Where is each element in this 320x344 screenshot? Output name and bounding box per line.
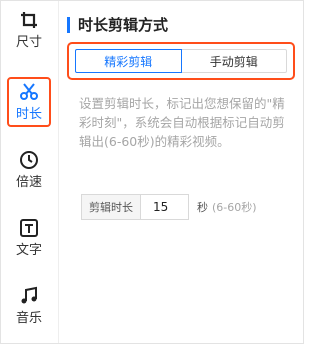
section-title-text: 时长剪辑方式 xyxy=(78,16,169,34)
sidebar-item-duration[interactable]: 时长 xyxy=(7,77,51,127)
scissors-icon xyxy=(18,81,40,103)
duration-input[interactable] xyxy=(140,194,189,220)
sidebar-item-speed[interactable]: 倍速 xyxy=(5,149,53,191)
clock-icon xyxy=(18,149,40,171)
sidebar-item-label: 音乐 xyxy=(15,311,42,326)
sidebar-item-label: 尺寸 xyxy=(15,35,42,50)
mode-highlight-clip-button[interactable]: 精彩剪辑 xyxy=(75,49,182,73)
clip-mode-selector: 精彩剪辑 手动剪辑 xyxy=(67,42,295,80)
text-icon xyxy=(18,217,40,239)
sidebar-item-label: 时长 xyxy=(15,107,42,122)
sidebar-item-size[interactable]: 尺寸 xyxy=(5,9,53,51)
section-title: 时长剪辑方式 xyxy=(67,14,168,35)
duration-unit: 秒 xyxy=(197,201,208,214)
clip-duration-row: 剪辑时长 秒 (6-60秒) xyxy=(81,194,257,220)
sidebar-item-label: 倍速 xyxy=(15,175,42,190)
sidebar-item-music[interactable]: 音乐 xyxy=(5,285,53,327)
music-icon xyxy=(18,285,40,307)
sidebar-item-text[interactable]: 文字 xyxy=(5,217,53,259)
clip-settings-panel: 尺寸 时长 倍速 文字 音乐 时长剪辑方式 精彩剪辑 手动剪辑 设置剪辑时长，标… xyxy=(0,0,304,344)
mode-manual-clip-button[interactable]: 手动剪辑 xyxy=(181,49,287,73)
title-accent-bar xyxy=(67,16,70,33)
duration-label: 剪辑时长 xyxy=(81,194,140,220)
mode-description: 设置剪辑时长，标记出您想保留的"精彩时刻"，系统会自动根据标记自动剪辑出(6-6… xyxy=(79,96,285,149)
crop-icon xyxy=(18,9,40,31)
duration-range: (6-60秒) xyxy=(212,201,257,214)
sidebar-item-label: 文字 xyxy=(15,243,42,258)
sidebar: 尺寸 时长 倍速 文字 音乐 xyxy=(1,1,59,343)
